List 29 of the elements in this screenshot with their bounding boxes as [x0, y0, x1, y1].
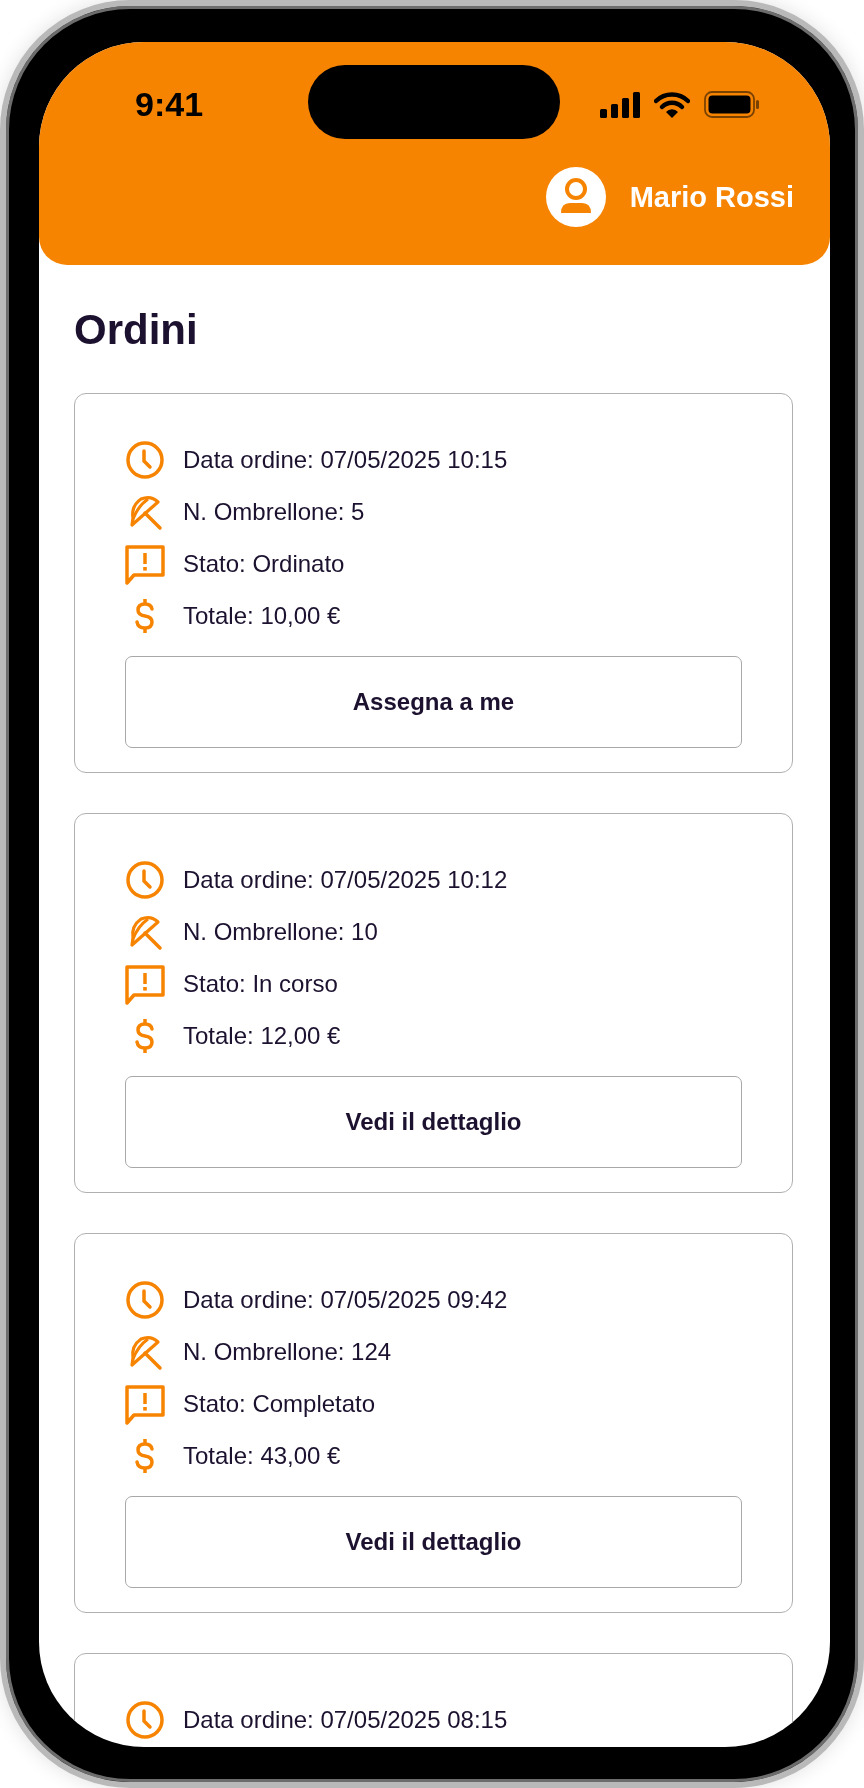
order-detail-text: Stato: Completato	[183, 1390, 376, 1419]
status-time: 9:41	[135, 85, 204, 124]
order-detail-text: Totale: 12,00 €	[183, 1022, 341, 1051]
order-detail-text: Stato: In corso	[183, 970, 338, 999]
order-detail-text: N. Ombrellone: 10	[183, 918, 378, 947]
battery-icon	[704, 91, 760, 118]
order-action-button[interactable]: Assegna a me	[125, 656, 742, 749]
alert-message-icon	[125, 543, 165, 586]
order-detail-text: Data ordine: 07/05/2025 09:42	[183, 1286, 508, 1315]
page-title: Ordini	[74, 305, 199, 355]
clock-icon	[125, 440, 165, 481]
order-detail-text: Stato: Ordinato	[183, 550, 345, 579]
user-avatar-icon[interactable]	[545, 167, 606, 227]
order-detail-text: N. Ombrellone: 5	[183, 498, 365, 527]
order-detail-text: Totale: 10,00 €	[183, 602, 341, 631]
alert-message-icon	[125, 963, 165, 1006]
order-detail-text: N. Ombrellone: 124	[183, 1338, 392, 1367]
wifi-icon	[654, 91, 690, 118]
order-detail-text: Totale: 43,00 €	[183, 1442, 341, 1471]
order-detail-text: Data ordine: 07/05/2025 10:12	[183, 866, 508, 895]
clock-icon	[125, 1280, 165, 1321]
order-action-button[interactable]: Vedi il dettaglio	[125, 1076, 742, 1169]
clock-icon	[125, 860, 165, 901]
order-action-button[interactable]: Vedi il dettaglio	[125, 1496, 742, 1589]
signal-icon	[600, 91, 640, 118]
order-detail-text: Data ordine: 07/05/2025 10:15	[183, 446, 508, 475]
order-detail-text: Data ordine: 07/05/2025 08:15	[183, 1706, 508, 1735]
clock-icon	[125, 1700, 165, 1741]
alert-message-icon	[125, 1383, 165, 1426]
